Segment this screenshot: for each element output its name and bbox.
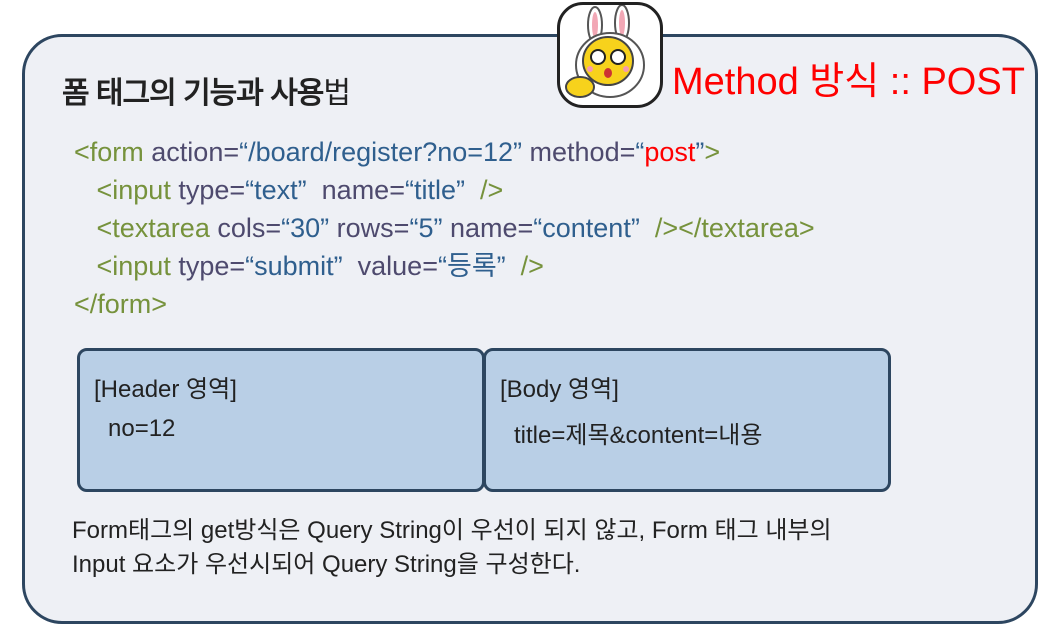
code-token: “5”: [409, 213, 450, 243]
code-token: >: [704, 137, 721, 167]
title-suffix: 법: [323, 77, 351, 110]
code-token: type=: [178, 251, 246, 281]
code-line: <input type=“text” name=“title” />: [74, 171, 815, 209]
code-token: type=: [178, 175, 246, 205]
slide-title: 폼 태그의 기능과 사용법: [62, 68, 351, 112]
code-token: <form: [74, 137, 152, 167]
code-line: <input type=“submit” value=“등록” />: [74, 247, 815, 285]
code-token: action=: [151, 137, 240, 167]
note-line-2: Input 요소가 우선시되어 Query String을 구성한다.: [72, 551, 581, 578]
body-area-value: title=제목&content=내용: [514, 422, 763, 449]
code-token: name=: [449, 213, 534, 243]
code-token: /></textarea>: [654, 213, 815, 243]
code-token: value=: [357, 251, 438, 281]
code-token: name=: [321, 175, 405, 205]
code-token: method=: [529, 137, 636, 167]
code-token: />: [479, 175, 504, 205]
code-line: <textarea cols=“30” rows=“5” name=“conte…: [74, 209, 815, 247]
method-label: Method 방식 :: POST: [672, 61, 1025, 103]
code-token: </form>: [74, 289, 168, 319]
note-line-1: Form태그의 get방식은 Query String이 우선이 되지 않고, …: [72, 517, 832, 544]
code-token: “등록”: [437, 251, 521, 281]
code-token: <textarea: [74, 213, 218, 243]
explanation-note: Form태그의 get방식은 Query String이 우선이 되지 않고, …: [72, 514, 832, 582]
code-token: <input: [74, 251, 179, 281]
code-token: “: [635, 137, 645, 167]
header-area-value: no=12: [108, 415, 176, 442]
code-line: </form>: [74, 285, 815, 323]
header-area-heading: [Header 영역]: [94, 376, 237, 403]
rabbit-character-icon: [557, 2, 663, 108]
body-area-heading: [Body 영역]: [500, 376, 619, 403]
title-main: 폼 태그의 기능과 사용: [62, 77, 324, 110]
code-token: “/board/register?no=12”: [239, 137, 530, 167]
code-token: post: [644, 137, 696, 167]
header-area-box: [Header 영역] no=12: [77, 348, 485, 492]
code-line: <form action=“/board/register?no=12” met…: [74, 133, 815, 171]
code-token: <input: [74, 175, 179, 205]
code-token: rows=: [336, 213, 410, 243]
code-token: “30”: [281, 213, 337, 243]
code-token: cols=: [217, 213, 282, 243]
body-area-box: [Body 영역] title=제목&content=내용: [483, 348, 891, 492]
code-token: “text”: [245, 175, 322, 205]
code-token: />: [520, 251, 544, 281]
code-token: “title”: [404, 175, 480, 205]
code-token: “content”: [533, 213, 655, 243]
code-block: <form action=“/board/register?no=12” met…: [74, 133, 815, 323]
code-token: “submit”: [245, 251, 358, 281]
